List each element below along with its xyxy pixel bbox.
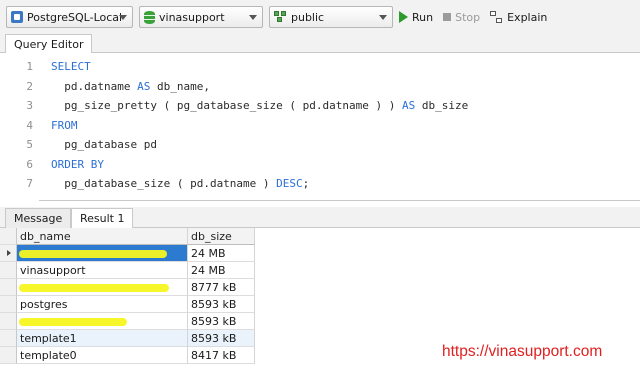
code-line[interactable]: 4 FROM [0,116,640,136]
sql-text: db_size [415,99,469,112]
tab-message[interactable]: Message [5,208,72,229]
code-line[interactable]: 1 SELECT [0,57,640,77]
sql-text: pg_database pd [51,138,157,151]
toolbar: PostgreSQL-Local vinasupport public Run … [0,0,640,34]
chevron-down-icon [379,15,387,20]
column-header-db-name[interactable]: db_name [17,228,188,245]
tab-query-editor[interactable]: Query Editor [5,34,93,54]
code-text: SELECT [51,57,91,77]
cell-db-size[interactable]: 8777 kB [188,279,255,296]
redaction-mark [19,250,167,258]
row-header[interactable] [0,262,17,279]
run-button[interactable]: Run [399,6,433,28]
sql-keyword: AS [402,99,416,112]
table-row[interactable]: 24 MB [0,245,255,262]
sql-text: pg_size_pretty ( pg_database_size ( pd.d… [51,99,402,112]
cell-db-size[interactable]: 8417 kB [188,347,255,364]
table-row[interactable]: 8777 kB [0,279,255,296]
line-number: 6 [26,157,33,171]
line-number: 3 [26,99,33,112]
current-row-marker-icon [7,250,11,256]
table-row[interactable]: postgres 8593 kB [0,296,255,313]
sql-keyword: FROM [51,118,78,132]
cell-db-name[interactable]: vinasupport [17,262,188,279]
row-header[interactable] [0,347,17,364]
row-header[interactable] [0,313,17,330]
run-button-label: Run [412,10,434,24]
grid-header-row: db_name db_size [0,228,255,245]
sql-keyword: SELECT [51,60,91,73]
connection-select-label: PostgreSQL-Local [27,10,123,24]
sql-text: pg_database_size ( pd.datname ) [51,177,277,190]
stop-icon [443,13,452,21]
table-row[interactable]: template1 8593 kB [0,330,255,347]
code-text: ORDER BY [51,155,104,175]
stop-button-label: Stop [455,10,481,24]
schema-icon [274,11,287,23]
stop-button[interactable]: Stop [443,6,480,28]
cell-db-size[interactable]: 8593 kB [188,313,255,330]
cell-db-size[interactable]: 8593 kB [188,330,255,347]
table-row[interactable]: 8593 kB [0,313,255,330]
line-number: 4 [26,118,33,132]
redaction-mark [19,318,127,326]
editor-tab-bar: Query Editor [0,34,640,54]
line-number: 7 [26,177,33,190]
row-header[interactable] [0,296,17,313]
sql-keyword: ORDER BY [51,157,104,171]
sql-keyword: AS [137,79,151,93]
sql-keyword: DESC [276,177,303,190]
cell-db-size[interactable]: 24 MB [188,245,255,262]
code-line[interactable]: 2 pd.datname AS db_name, [0,77,640,97]
sql-text: db_name, [150,79,210,93]
row-header[interactable] [0,279,17,296]
connection-select[interactable]: PostgreSQL-Local [6,6,133,28]
code-line[interactable]: 6 ORDER BY [0,155,640,175]
schema-select-label: public [291,10,325,24]
explain-button-label: Explain [507,10,548,24]
database-select[interactable]: vinasupport [139,6,263,28]
code-line[interactable]: 3 pg_size_pretty ( pg_database_size ( pd… [0,96,640,116]
line-number: 5 [26,138,33,151]
cell-db-size[interactable]: 8593 kB [188,296,255,313]
database-select-label: vinasupport [159,10,225,24]
explain-button[interactable]: Explain [490,6,547,28]
sql-text: ; [302,177,310,190]
chevron-down-icon [119,15,127,20]
play-icon [399,11,408,23]
table-row[interactable]: vinasupport 24 MB [0,262,255,279]
cell-db-name[interactable]: postgres [17,296,188,313]
grid-corner[interactable] [0,228,17,245]
table-row[interactable]: template0 8417 kB [0,347,255,364]
line-number: 2 [26,79,33,93]
column-header-db-size[interactable]: db_size [188,228,255,245]
code-line[interactable]: 5 pg_database pd [0,135,640,155]
line-number: 1 [26,60,33,73]
sql-text: pd.datname [51,79,138,93]
code-text: pg_database pd [51,135,157,155]
code-line[interactable]: 7 pg_database_size ( pd.datname ) DESC; [0,174,640,194]
code-text: FROM [51,116,78,136]
result-tab-bar: Message Result 1 [0,207,640,229]
cell-db-name[interactable]: template1 [17,330,188,347]
sql-editor[interactable]: 1 SELECT 2 pd.datname AS db_name, 3 pg_size… [0,53,640,201]
cell-db-size[interactable]: 24 MB [188,262,255,279]
explain-icon [490,10,503,24]
database-icon [144,10,155,24]
code-text: pd.datname AS db_name, [51,77,210,97]
redaction-mark [19,284,169,292]
code-text: pg_size_pretty ( pg_database_size ( pd.d… [51,96,468,116]
tab-result-1[interactable]: Result 1 [71,208,134,229]
watermark-url: https://vinasupport.com [442,343,603,360]
schema-select[interactable]: public [269,6,393,28]
row-header[interactable] [0,245,17,262]
row-header[interactable] [0,330,17,347]
server-icon [11,11,23,23]
cell-db-name[interactable]: template0 [17,347,188,364]
chevron-down-icon [249,15,257,20]
code-text: pg_database_size ( pd.datname ) DESC; [51,174,309,194]
